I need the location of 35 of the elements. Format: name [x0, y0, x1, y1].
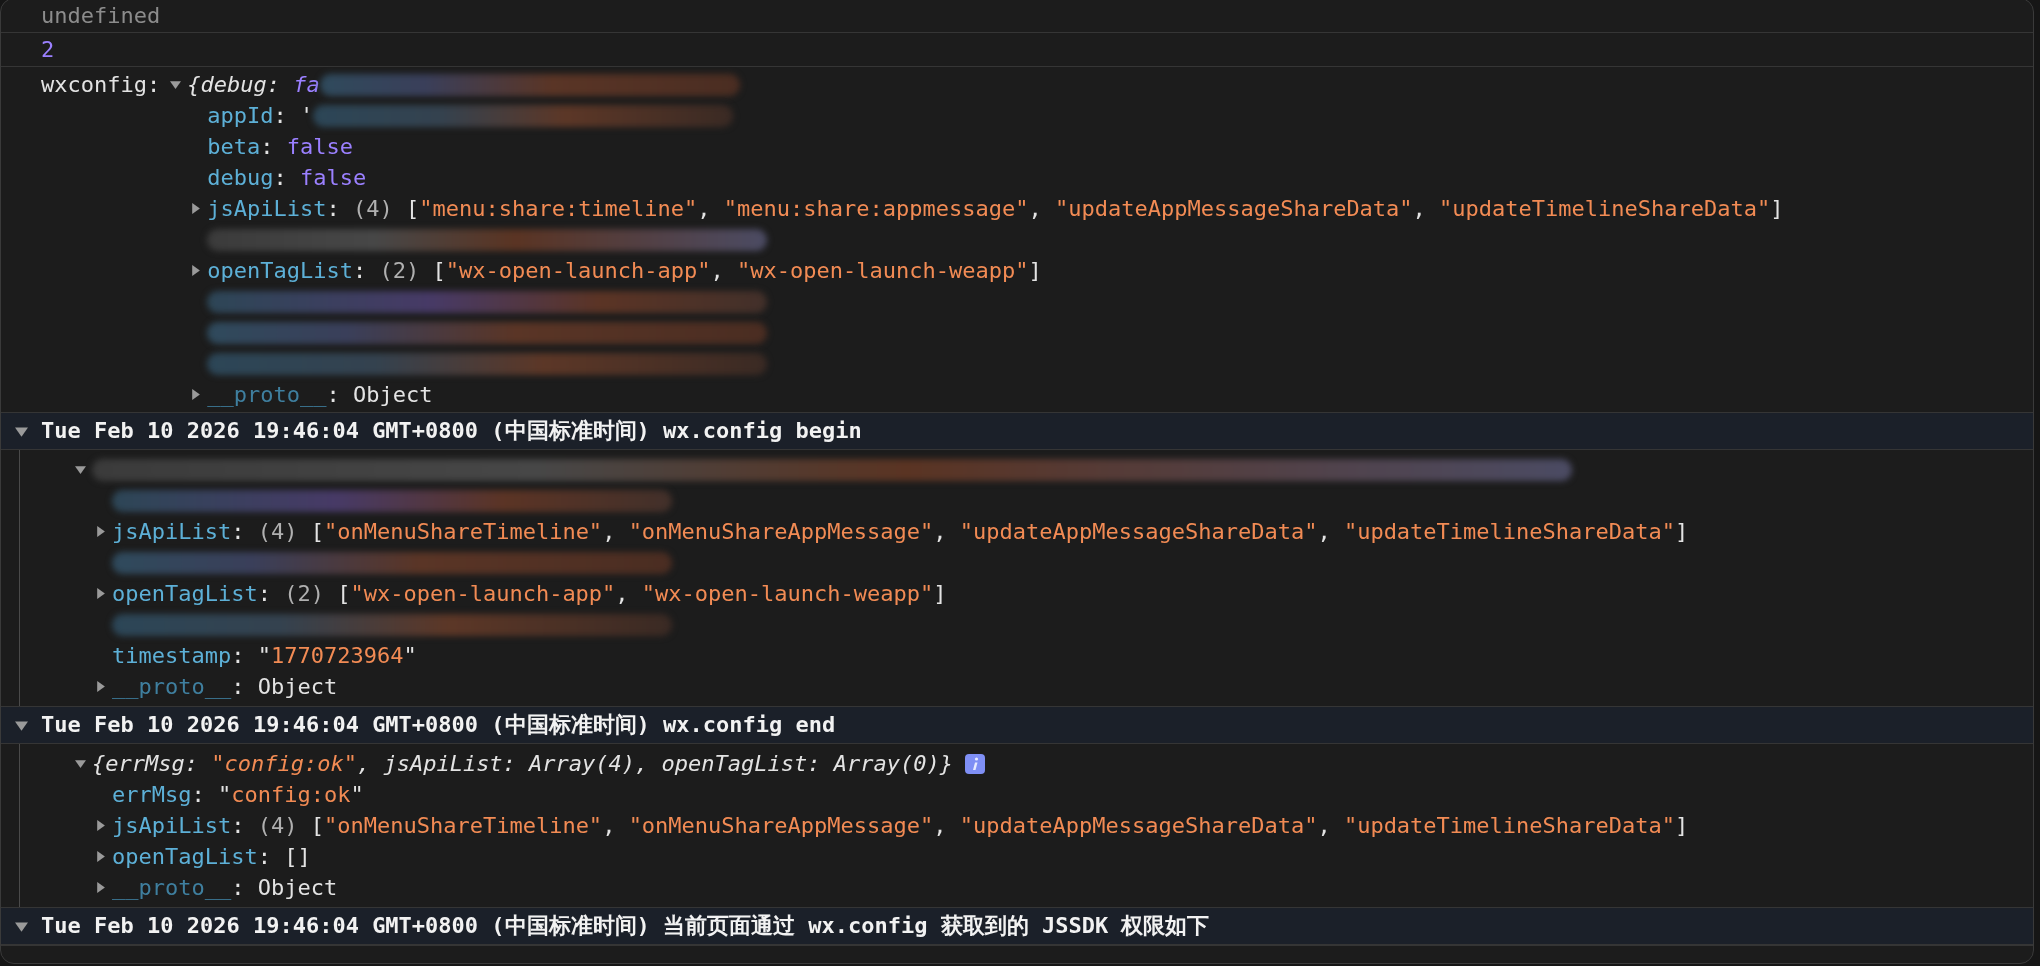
console-text: openTagList: (2) ["wx-open-launch-app", "wx-open-launch-weapp"]: [112, 581, 947, 606]
console-text: appId: ': [207, 102, 314, 130]
expand-arrow-icon[interactable]: [95, 526, 106, 537]
expand-arrow-icon[interactable]: [95, 820, 106, 831]
expand-arrow-icon[interactable]: [190, 389, 202, 400]
log-label: wxconfig:: [41, 71, 161, 99]
group-title: Tue Feb 10 2026 19:46:04 GMT+0800 (中国标准时间) wx.config begin: [41, 417, 862, 445]
collapse-arrow-icon[interactable]: [75, 758, 86, 769]
console-text: errMsg: "config:ok": [112, 782, 364, 807]
expand-arrow-icon[interactable]: [95, 681, 106, 692]
console-text: {errMsg: "config:ok", jsApiList: Array(4), openTagList: Array(0)}: [92, 751, 953, 776]
console-text: debug: false: [207, 164, 367, 192]
console-text: openTagList: []: [112, 844, 311, 869]
collapse-arrow-icon[interactable]: [170, 79, 182, 90]
expand-arrow-icon[interactable]: [95, 588, 106, 599]
console-text: jsApiList: (4) ["menu:share:timeline", "menu:share:appmessage", "updateAppMessageShareData", "updateTimelineShareData"]: [207, 195, 1784, 223]
expand-arrow-icon[interactable]: [95, 882, 106, 893]
console-text: beta: false: [207, 133, 353, 161]
collapse-arrow-icon[interactable]: [75, 464, 86, 475]
expand-arrow-icon[interactable]: [190, 265, 202, 276]
group-title: Tue Feb 10 2026 19:46:04 GMT+0800 (中国标准时间) 当前页面通过 wx.config 获取到的 JSSDK 权限如下: [41, 912, 1210, 940]
console-text: __proto__: Object: [112, 674, 338, 699]
console-text: undefined: [41, 3, 161, 28]
console-text: timestamp: "1770723964": [112, 643, 417, 668]
info-icon[interactable]: [964, 753, 985, 774]
console-text: __proto__: Object: [207, 381, 433, 409]
console-text: jsApiList: (4) ["onMenuShareTimeline", "onMenuShareAppMessage", "updateAppMessageShareData", "updateTimelineShareData"]: [112, 813, 1689, 838]
console-text: jsApiList: (4) ["onMenuShareTimeline", "onMenuShareAppMessage", "updateAppMessageShareData", "updateTimelineShareData"]: [112, 519, 1689, 544]
console-text: openTagList: (2) ["wx-open-launch-app", "wx-open-launch-weapp"]: [207, 257, 1042, 285]
console-text: __proto__: Object: [112, 875, 338, 900]
expand-arrow-icon[interactable]: [190, 203, 202, 214]
console-text: {debug: fa: [187, 71, 320, 99]
console-text: 2: [41, 37, 55, 62]
group-title: Tue Feb 10 2026 19:46:04 GMT+0800 (中国标准时间) wx.config end: [41, 711, 836, 739]
expand-arrow-icon[interactable]: [95, 851, 106, 862]
